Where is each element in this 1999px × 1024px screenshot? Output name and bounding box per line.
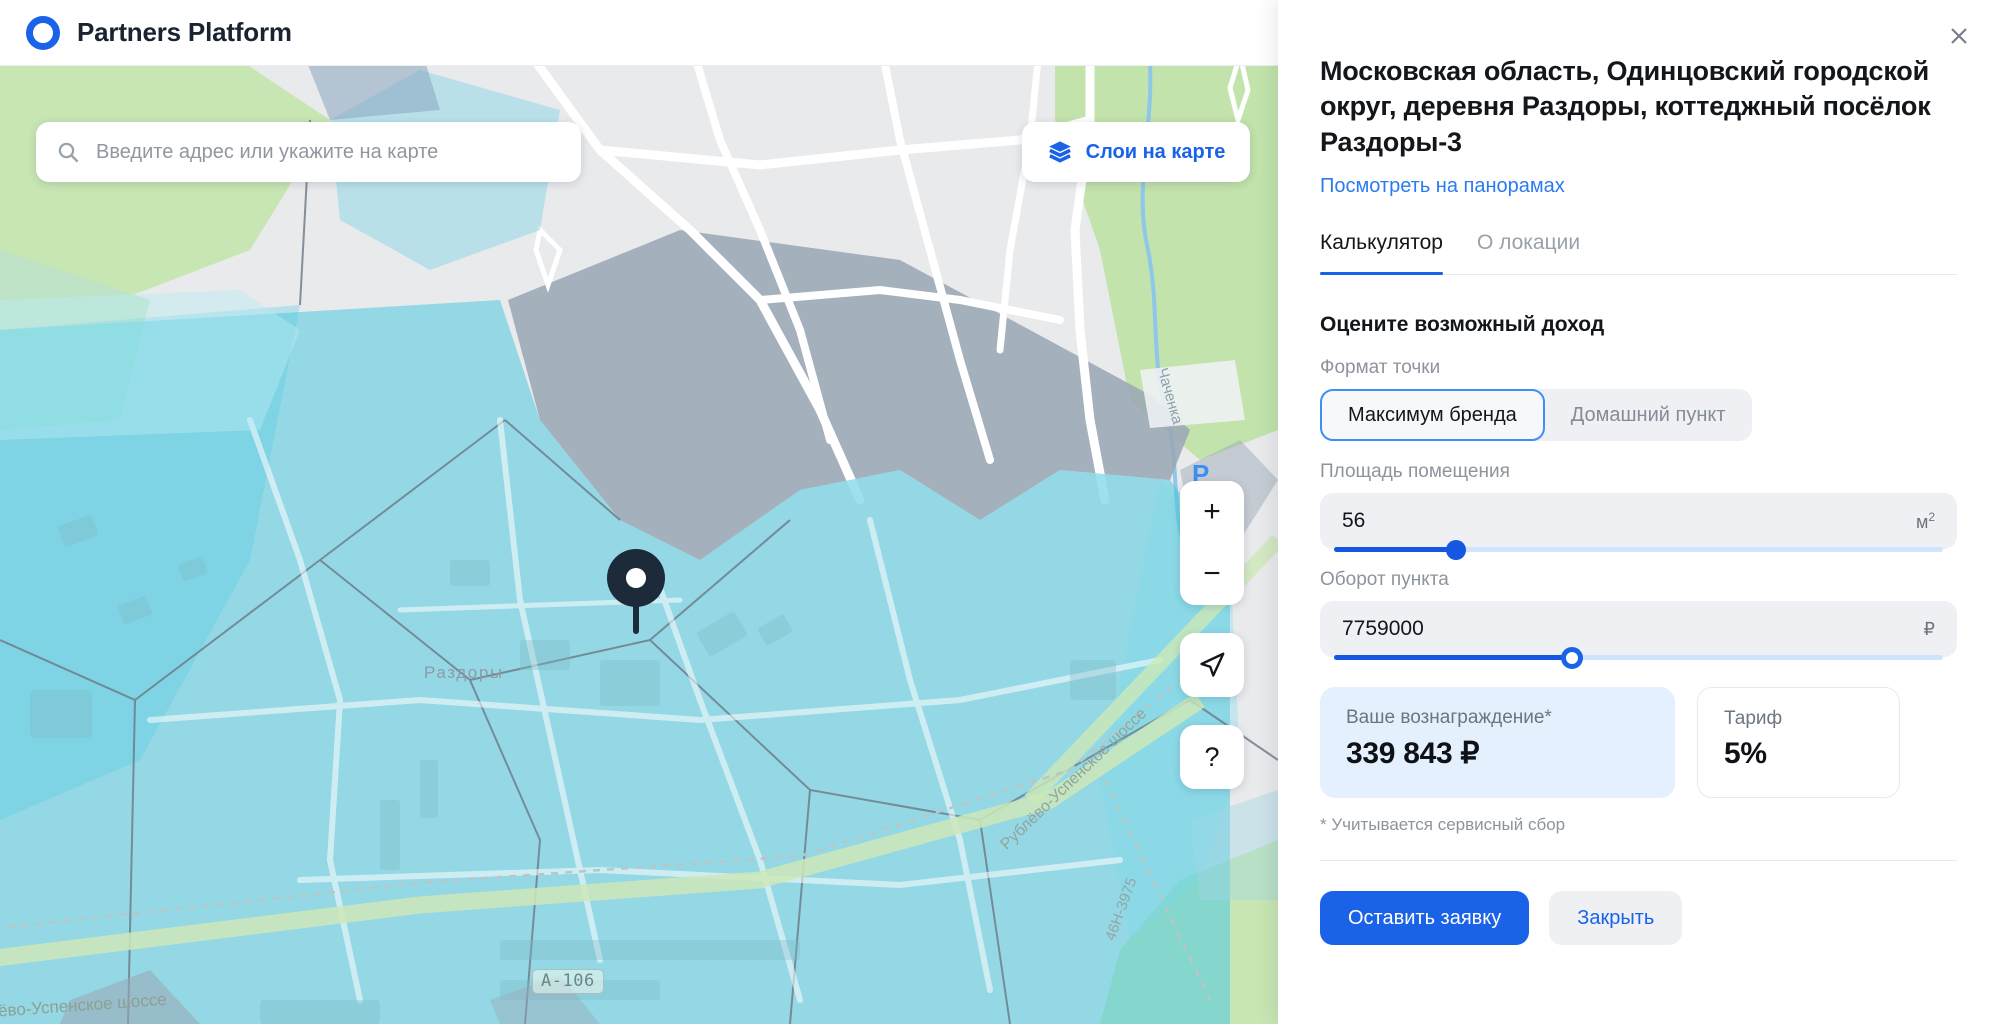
- area-unit: м2: [1915, 509, 1935, 532]
- area-input-box[interactable]: 56 м2: [1320, 493, 1957, 550]
- turnover-value[interactable]: 7759000: [1342, 617, 1424, 641]
- help-button[interactable]: ?: [1180, 725, 1244, 789]
- map-canvas[interactable]: Введите адрес или укажите на карте Слои …: [0, 66, 1278, 1024]
- map-layers-button[interactable]: Слои на карте: [1022, 122, 1250, 182]
- search-input-placeholder[interactable]: Введите адрес или укажите на карте: [96, 141, 438, 164]
- area-slider-thumb[interactable]: [1445, 539, 1466, 560]
- map-controls: + − ?: [1180, 481, 1244, 789]
- turnover-label: Оборот пункта: [1320, 569, 1449, 591]
- map-pin-icon[interactable]: [606, 546, 666, 641]
- turnover-slider-thumb[interactable]: [1560, 646, 1583, 669]
- turnover-slider-fill: [1334, 655, 1572, 661]
- tab-about-location[interactable]: О локации: [1477, 231, 1580, 274]
- area-slider-track[interactable]: [1334, 539, 1943, 560]
- panel-divider: [1320, 860, 1957, 862]
- tariff-caption: Тариф: [1724, 708, 1783, 730]
- tariff-value: 5%: [1724, 737, 1767, 771]
- area-value[interactable]: 56: [1342, 509, 1365, 533]
- point-format-segmented-control: Максимум бренда Домашний пункт: [1320, 389, 1752, 442]
- reward-value: 339 843 ₽: [1346, 737, 1480, 771]
- reward-card: Ваше вознаграждение* 339 843 ₽: [1320, 687, 1675, 799]
- calculator-section-title: Оцените возможный доход: [1320, 313, 1605, 337]
- submit-application-button[interactable]: Оставить заявку: [1320, 891, 1530, 946]
- area-label: Площадь помещения: [1320, 461, 1510, 483]
- tab-calculator[interactable]: Калькулятор: [1320, 231, 1443, 276]
- layers-icon: [1048, 141, 1071, 163]
- ring-logo-icon: [26, 15, 60, 50]
- service-fee-footnote: * Учитывается сервисный сбор: [1320, 815, 1566, 835]
- zoom-control-group: + −: [1180, 481, 1244, 605]
- tariff-card: Тариф 5%: [1697, 687, 1900, 799]
- help-label: ?: [1204, 741, 1220, 772]
- result-cards: Ваше вознаграждение* 339 843 ₽ Тариф 5%: [1320, 687, 1957, 799]
- navigation-arrow-icon: [1200, 652, 1225, 677]
- panel-actions: Оставить заявку Закрыть: [1320, 891, 1957, 946]
- reward-caption: Ваше вознаграждение*: [1346, 707, 1552, 729]
- address-search-box[interactable]: Введите адрес или укажите на карте: [36, 122, 581, 182]
- segment-home-point[interactable]: Домашний пункт: [1545, 389, 1752, 441]
- close-panel-text-button[interactable]: Закрыть: [1549, 891, 1683, 946]
- locate-me-button[interactable]: [1180, 633, 1244, 697]
- area-field: 56 м2: [1320, 493, 1957, 560]
- map-layers-label: Слои на карте: [1085, 140, 1226, 163]
- panel-tabs: Калькулятор О локации: [1320, 231, 1957, 276]
- map-pin-graphic: [607, 549, 665, 634]
- turnover-input-box[interactable]: 7759000 ₽: [1320, 601, 1957, 658]
- area-slider-fill: [1334, 547, 1456, 553]
- zoom-out-button[interactable]: −: [1180, 543, 1244, 605]
- search-icon: [58, 142, 79, 163]
- turnover-slider-track[interactable]: [1334, 646, 1943, 669]
- app-root: Partners Platform Введите адрес или укаж…: [0, 0, 1999, 1024]
- zoom-in-button[interactable]: +: [1180, 481, 1244, 543]
- map-graphics: [0, 66, 1278, 1024]
- location-detail-panel: Московская область, Одинцовский городско…: [1278, 0, 1999, 1024]
- brand-title: Partners Platform: [77, 17, 292, 47]
- turnover-unit: ₽: [1923, 618, 1935, 639]
- app-header: Partners Platform: [0, 0, 1278, 66]
- panel-content: Московская область, Одинцовский городско…: [1278, 0, 1999, 1024]
- location-title: Московская область, Одинцовский городско…: [1320, 56, 1931, 157]
- segment-maximum-brand[interactable]: Максимум бренда: [1320, 389, 1545, 442]
- point-format-label: Формат точки: [1320, 357, 1441, 379]
- panorama-link[interactable]: Посмотреть на панорамах: [1320, 175, 1565, 198]
- turnover-field: 7759000 ₽: [1320, 601, 1957, 669]
